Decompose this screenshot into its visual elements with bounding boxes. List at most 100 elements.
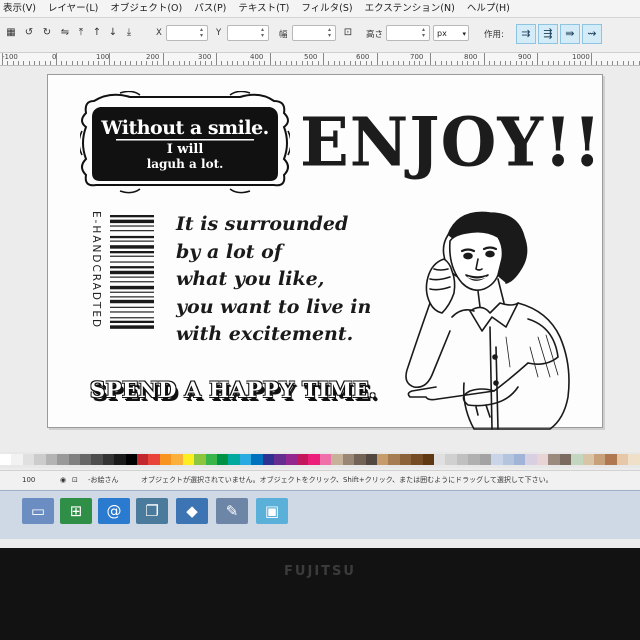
height-field[interactable]: ▴ ▾	[386, 25, 430, 41]
color-swatch[interactable]	[22, 454, 35, 465]
color-swatch[interactable]	[159, 454, 172, 465]
color-swatch[interactable]	[205, 454, 218, 465]
flip-horizontal-icon[interactable]: ⇋	[58, 26, 72, 40]
color-swatch[interactable]	[45, 454, 58, 465]
color-swatch[interactable]	[148, 454, 160, 465]
color-swatch[interactable]	[365, 454, 377, 465]
menu-filter[interactable]: フィルタ(S)	[301, 0, 352, 17]
lock-icon[interactable]: ⊡	[72, 471, 78, 489]
scale-corners-button[interactable]: ⇶	[538, 24, 558, 44]
color-swatch[interactable]	[308, 454, 320, 465]
color-swatch[interactable]	[331, 454, 343, 465]
color-swatch[interactable]	[217, 454, 229, 465]
color-swatch[interactable]	[456, 454, 469, 465]
color-swatch[interactable]	[354, 454, 366, 465]
color-swatch[interactable]	[616, 454, 629, 465]
color-swatch[interactable]	[445, 454, 457, 465]
color-palette[interactable]	[0, 452, 640, 468]
raise-icon[interactable]: ↑	[90, 26, 104, 40]
y-field[interactable]: ▴ ▾	[227, 25, 269, 41]
zoom-readout[interactable]: 100	[22, 471, 35, 489]
color-swatch[interactable]	[68, 454, 80, 465]
unit-select[interactable]: px ▾	[433, 25, 469, 41]
menu-layer[interactable]: レイヤー(L)	[48, 0, 98, 17]
mail-taskbar-icon[interactable]: @	[98, 498, 130, 524]
rotate-ccw-icon[interactable]: ↺	[22, 26, 36, 40]
color-swatch[interactable]	[91, 454, 103, 465]
color-swatch[interactable]	[548, 454, 560, 465]
move-gradients-button[interactable]: ⇛	[560, 24, 580, 44]
move-patterns-button[interactable]: ⇝	[582, 24, 602, 44]
store-taskbar-icon[interactable]: ⊞	[60, 498, 92, 524]
color-swatch[interactable]	[102, 454, 115, 465]
color-swatch[interactable]	[125, 454, 138, 465]
color-swatch[interactable]	[468, 454, 480, 465]
lower-to-bottom-icon[interactable]: ⤓	[122, 26, 136, 40]
color-swatch[interactable]	[228, 454, 240, 465]
lower-icon[interactable]: ↓	[106, 26, 120, 40]
handcrafted-vertical-text[interactable]: E-HANDCRADTED	[86, 211, 102, 375]
color-swatch[interactable]	[513, 454, 526, 465]
menu-extensions[interactable]: エクステンション(N)	[365, 0, 455, 17]
color-swatch[interactable]	[411, 454, 423, 465]
color-swatch[interactable]	[296, 454, 309, 465]
display-taskbar-icon[interactable]: ▣	[256, 498, 288, 524]
color-swatch[interactable]	[605, 454, 617, 465]
color-swatch[interactable]	[262, 454, 275, 465]
quote-text[interactable]: It is surrounded by a lot of what you li…	[176, 211, 396, 349]
retro-woman-illustration[interactable]	[378, 207, 588, 432]
smile-badge[interactable]: Without a smile. I will laguh a lot.	[78, 90, 292, 195]
app-taskbar-icon[interactable]: ❐	[136, 498, 168, 524]
color-swatch[interactable]	[342, 454, 355, 465]
color-swatch[interactable]	[57, 454, 69, 465]
color-swatch[interactable]	[285, 454, 297, 465]
scale-stroke-button[interactable]: ⇉	[516, 24, 536, 44]
spend-happy-time-text[interactable]: SPEND A HAPPY TIME.	[90, 377, 377, 402]
color-swatch[interactable]	[502, 454, 514, 465]
color-swatch[interactable]	[559, 454, 572, 465]
lock-ratio-icon[interactable]: ⊡	[341, 26, 355, 40]
color-swatch[interactable]	[571, 454, 583, 465]
color-swatch[interactable]	[319, 454, 332, 465]
menu-object[interactable]: オブジェクト(O)	[110, 0, 182, 17]
current-layer[interactable]: -お絵さん	[88, 471, 119, 489]
color-swatch[interactable]	[525, 454, 537, 465]
menu-help[interactable]: ヘルプ(H)	[467, 0, 510, 17]
explorer-taskbar-icon[interactable]: ▭	[22, 498, 54, 524]
paint-taskbar-icon[interactable]: ✎	[216, 498, 248, 524]
color-swatch[interactable]	[376, 454, 389, 465]
color-swatch[interactable]	[593, 454, 606, 465]
raise-to-top-icon[interactable]: ⤒	[74, 26, 88, 40]
color-swatch[interactable]	[582, 454, 594, 465]
drawing-canvas[interactable]: Without a smile. I will laguh a lot. ENJ…	[0, 66, 640, 450]
width-field[interactable]: ▴ ▾	[292, 25, 336, 41]
color-swatch[interactable]	[171, 454, 183, 465]
eye-icon[interactable]: ◉	[60, 471, 66, 489]
menu-text[interactable]: テキスト(T)	[238, 0, 289, 17]
document-page[interactable]: Without a smile. I will laguh a lot. ENJ…	[47, 74, 603, 430]
enjoy-headline[interactable]: ENJOY!!	[300, 108, 602, 178]
color-swatch[interactable]	[399, 454, 412, 465]
color-swatch[interactable]	[628, 454, 640, 465]
color-swatch[interactable]	[491, 454, 503, 465]
rotate-cw-icon[interactable]: ↻	[40, 26, 54, 40]
color-swatch[interactable]	[11, 454, 23, 465]
color-swatch[interactable]	[137, 454, 149, 465]
menu-path[interactable]: パス(P)	[194, 0, 226, 17]
barcode-graphic[interactable]	[110, 215, 154, 368]
color-swatch[interactable]	[239, 454, 252, 465]
color-swatch[interactable]	[274, 454, 286, 465]
select-all-icon[interactable]: ▦	[4, 26, 18, 40]
x-field[interactable]: ▴ ▾	[166, 25, 208, 41]
color-swatch[interactable]	[194, 454, 206, 465]
color-swatch[interactable]	[34, 454, 46, 465]
color-swatch[interactable]	[434, 454, 446, 465]
color-swatch[interactable]	[182, 454, 195, 465]
color-swatch[interactable]	[0, 454, 12, 465]
color-swatch[interactable]	[251, 454, 263, 465]
color-swatch[interactable]	[114, 454, 126, 465]
color-swatch[interactable]	[536, 454, 549, 465]
color-swatch[interactable]	[479, 454, 492, 465]
color-swatch[interactable]	[388, 454, 400, 465]
menu-view[interactable]: 表示(V)	[3, 0, 36, 17]
